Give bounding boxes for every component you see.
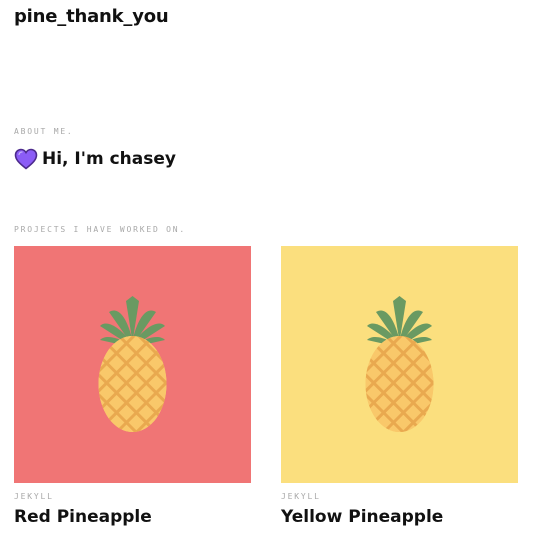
intro: Hi, I'm chasey <box>14 148 176 170</box>
projects-section-label: PROJECTS I HAVE WORKED ON. <box>14 225 187 234</box>
project-title[interactable]: Red Pineapple <box>14 507 152 527</box>
project-card-red-pineapple[interactable]: JEKYLL Red Pineapple <box>14 246 251 527</box>
pineapple-icon <box>281 246 518 483</box>
project-card-yellow-pineapple[interactable]: JEKYLL Yellow Pineapple <box>281 246 518 527</box>
purple-heart-icon <box>14 148 38 170</box>
project-tag: JEKYLL <box>281 492 321 501</box>
pineapple-icon <box>14 246 251 483</box>
intro-text: Hi, I'm chasey <box>42 149 176 169</box>
project-title[interactable]: Yellow Pineapple <box>281 507 443 527</box>
site-title[interactable]: pine_thank_you <box>14 6 169 27</box>
project-thumbnail[interactable] <box>14 246 251 483</box>
about-section-label: ABOUT ME. <box>14 127 74 136</box>
project-tag: JEKYLL <box>14 492 54 501</box>
project-thumbnail[interactable] <box>281 246 518 483</box>
